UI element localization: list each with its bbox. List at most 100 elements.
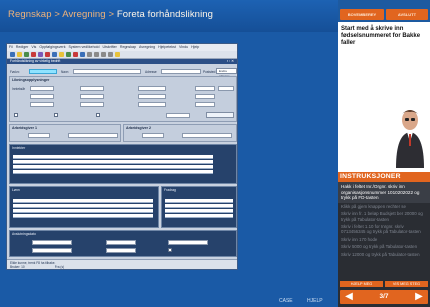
instructions-heading: INSTRUKSJONER (338, 172, 430, 182)
table-row[interactable] (13, 155, 213, 159)
breadcrumb-item-regnskap[interactable]: Regnskap (8, 9, 52, 20)
instruction-step: Skriv 12000 og trykk på Tabulator-tasten (341, 251, 420, 257)
field-input[interactable] (30, 102, 54, 107)
navn-input[interactable] (73, 69, 141, 74)
kommune-input[interactable] (195, 86, 215, 91)
last-icon[interactable] (108, 52, 113, 57)
table-row[interactable] (165, 214, 233, 218)
footer: CASE HJELP (0, 296, 338, 307)
field-input[interactable] (195, 102, 215, 107)
menu-item[interactable]: Fil (9, 45, 13, 50)
menu-item[interactable]: Oppfølgingsverk (39, 45, 65, 50)
cut-icon[interactable] (52, 52, 57, 57)
arbeidsgiver-2-heading: Arbeidsgiver 2 (126, 126, 151, 130)
menu-item[interactable]: Rediger (16, 45, 29, 50)
table-row[interactable] (165, 204, 233, 208)
instruction-step: Skriv i feltet 1.10 for Inrgnr. skriv 07… (341, 224, 421, 235)
field-input[interactable] (195, 94, 215, 99)
menu-item[interactable]: Hjelpetekst (158, 45, 176, 50)
footer-link-case[interactable]: CASE (279, 298, 293, 304)
first-icon[interactable] (87, 52, 92, 57)
utbetalt-input[interactable] (80, 86, 104, 91)
table-row[interactable] (13, 214, 153, 218)
fylke-input[interactable] (218, 86, 234, 91)
undo-icon[interactable] (73, 52, 78, 57)
lonn-heading: Lønn (12, 188, 20, 192)
footer-link-hjelp[interactable]: HJELP (307, 298, 323, 304)
checkbox[interactable] (168, 248, 172, 252)
document-title: Forhåndslikning av virkelig bedrift (10, 59, 61, 63)
pane-action-button[interactable] (206, 112, 234, 118)
field-input[interactable] (32, 240, 72, 245)
new-icon[interactable] (10, 52, 15, 57)
fodsnr-label: Fød.nr. (10, 70, 21, 74)
field-input[interactable] (106, 248, 136, 253)
checkbox[interactable] (96, 113, 100, 117)
field-input[interactable] (80, 94, 104, 99)
field-input[interactable] (166, 113, 190, 118)
step-navigation: HJELP MEG VIS MEG STEG ◀ 3/7 ▶ (338, 280, 430, 307)
field-input[interactable] (182, 133, 232, 138)
table-row[interactable] (13, 209, 153, 213)
show-step-button[interactable]: VIS MEG STEG (385, 281, 428, 287)
table-row[interactable] (13, 165, 213, 169)
menu-item[interactable]: Utskrifter (102, 45, 116, 50)
paste-icon[interactable] (66, 52, 71, 57)
table-row[interactable] (13, 199, 153, 203)
field-input[interactable] (138, 94, 166, 99)
field-input[interactable] (32, 248, 72, 253)
navn-label: Navn (61, 70, 69, 74)
menu-item[interactable]: System vedlikehold (69, 45, 100, 50)
open-icon[interactable] (17, 52, 22, 57)
table-row[interactable] (165, 209, 233, 213)
menu-item[interactable]: Vindu (179, 45, 188, 50)
delete-icon[interactable] (31, 52, 36, 57)
instruction-step-active: Hakk i feltet Inr./Orgnr. skriv inn orga… (338, 182, 430, 203)
next-step-icon[interactable]: ▶ (412, 290, 426, 304)
help-icon[interactable] (115, 52, 120, 57)
next-icon[interactable] (101, 52, 106, 57)
help-me-button[interactable]: HJELP MEG (340, 281, 383, 287)
field-input[interactable] (68, 133, 118, 138)
status-mode: Fra (s) (54, 265, 65, 269)
close-icon[interactable] (45, 52, 50, 57)
save-icon[interactable] (24, 52, 29, 57)
field-input[interactable] (80, 102, 104, 107)
menu-item[interactable]: Regnskap (120, 45, 136, 50)
search-icon[interactable] (80, 52, 85, 57)
menu-item[interactable]: Avregning (139, 45, 155, 50)
fodsnr-input[interactable] (29, 69, 57, 74)
inntektsar-input[interactable] (30, 86, 54, 91)
field-input[interactable] (30, 94, 54, 99)
app-menubar: Fil Rediger Vis Oppfølgingsverk System v… (7, 44, 237, 51)
table-row[interactable] (165, 199, 233, 203)
breadcrumb-separator: > (105, 9, 117, 20)
checkbox[interactable] (14, 113, 18, 117)
tab-avslutt[interactable]: AVSLUTT (386, 9, 428, 20)
checkbox[interactable] (54, 113, 58, 117)
copy-icon[interactable] (59, 52, 64, 57)
tab-bovemberey[interactable]: BOVEMBEREY (340, 9, 384, 20)
prev-icon[interactable] (94, 52, 99, 57)
prev-step-icon[interactable]: ◀ (342, 290, 356, 304)
window-controls-icon[interactable]: ▪ ▫ ✕ (227, 59, 234, 64)
adresse-input[interactable] (161, 69, 201, 74)
menu-item[interactable]: Vis (31, 45, 36, 50)
table-row[interactable] (13, 204, 153, 208)
breadcrumb-item-avregning[interactable]: Avregning (62, 9, 106, 20)
field-input[interactable] (142, 133, 164, 138)
table-row[interactable] (13, 160, 213, 164)
field-input[interactable] (106, 240, 136, 245)
app-toolbar (7, 51, 237, 59)
menu-item[interactable]: Hjelp (191, 45, 199, 50)
field-input[interactable] (28, 133, 50, 138)
breadcrumb-item-current: Foreta forhåndslikning (116, 9, 214, 20)
skattetrekk-input[interactable] (138, 86, 166, 91)
table-row[interactable] (13, 170, 213, 174)
print-icon[interactable] (38, 52, 43, 57)
status-user: Bruker: 10 (10, 265, 25, 269)
breadcrumb: Regnskap > Avregning > Foreta forhåndsli… (8, 9, 213, 20)
field-input[interactable] (138, 102, 166, 107)
field-input[interactable] (168, 240, 208, 245)
endre-adresse-button[interactable]: Endre adresse (216, 68, 237, 78)
